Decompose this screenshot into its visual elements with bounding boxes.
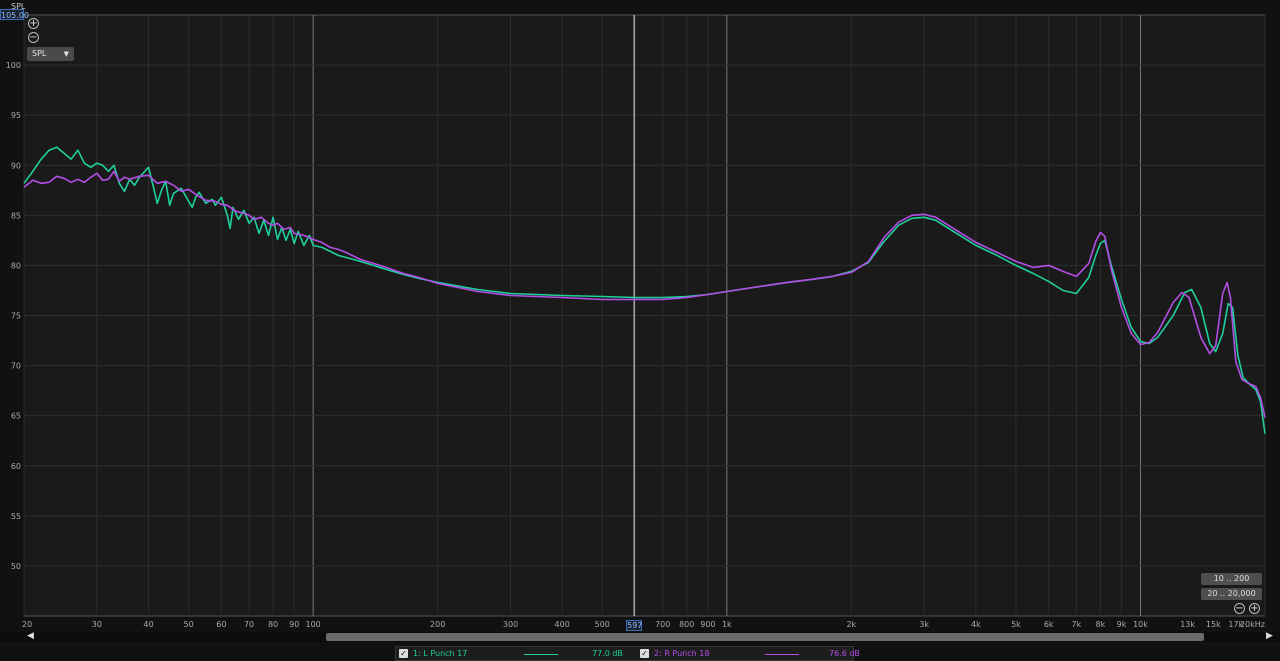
scrollbar-thumb[interactable] (326, 633, 1204, 641)
y-tick-label: 55 (11, 512, 21, 521)
x-tick-label: 10k (1133, 620, 1148, 629)
x-tick-label: 200 (430, 620, 445, 629)
x-tick-label: 300 (503, 620, 518, 629)
legend-series-2-name: 2: R Punch 18 (654, 649, 710, 658)
legend-series-1-swatch (524, 654, 558, 655)
scroll-right-icon[interactable]: ▶ (1266, 631, 1273, 641)
x-tick-label: 60 (216, 620, 226, 629)
frequency-response-chart: 50 55 60 65 70 75 80 85 90 95 100 20 30 40 50 60 70 80 90 1… (6, 14, 1266, 629)
x-tick-label: 2k (846, 620, 856, 629)
x-tick-label: 1k (722, 620, 732, 629)
x-tick-label: 90 (289, 620, 299, 629)
legend-series-1-name: 1: L Punch 17 (413, 649, 468, 658)
y-tick-label: 80 (11, 261, 21, 270)
x-tick-label: 5k (1011, 620, 1021, 629)
y-tick-label: 95 (11, 111, 21, 120)
x-tick-label: 50 (184, 620, 194, 629)
checkbox-icon[interactable]: ✓ (399, 649, 408, 658)
y-max-value-box[interactable]: 105.00 (0, 9, 29, 20)
spl-dropdown[interactable]: SPL ▼ (27, 47, 74, 61)
x-tick-label: 800 (679, 620, 694, 629)
x-tick-label: 3k (919, 620, 929, 629)
y-tick-label: 60 (11, 462, 21, 471)
x-tick-label: 700 (655, 620, 670, 629)
x-tick-label: 20kHz (1240, 620, 1265, 629)
cursor-frequency-box[interactable]: 597 (626, 620, 642, 631)
legend-series-2-swatch (765, 654, 799, 655)
x-tick-label: 20 (22, 620, 32, 629)
x-tick-label: 9k (1117, 620, 1127, 629)
x-tick-label: 100 (305, 620, 320, 629)
x-tick-label: 13k (1180, 620, 1195, 629)
range-10-200-button[interactable]: 10 .. 200 (1201, 573, 1262, 585)
checkbox-icon[interactable]: ✓ (640, 649, 649, 658)
x-tick-label: 7k (1072, 620, 1082, 629)
legend-bar: ✓ 1: L Punch 17 77.0 dB ✓ 2: R Punch 18 … (395, 646, 860, 661)
y-tick-label: 75 (11, 312, 21, 321)
x-zoom-in-icon[interactable]: + (1249, 603, 1260, 614)
y-tick-label: 90 (11, 161, 21, 170)
chevron-down-icon: ▼ (63, 50, 69, 58)
x-tick-label: 6k (1044, 620, 1054, 629)
x-tick-label: 15k (1206, 620, 1221, 629)
y-tick-label: 70 (11, 362, 21, 371)
legend-series-2-value: 76.6 dB (829, 649, 860, 658)
x-tick-label: 40 (143, 620, 153, 629)
x-tick-label: 900 (700, 620, 715, 629)
y-tick-label: 100 (6, 61, 21, 70)
zoom-in-icon[interactable]: + (28, 18, 39, 29)
y-tick-label: 50 (11, 562, 21, 571)
x-tick-label: 30 (92, 620, 102, 629)
x-tick-label: 8k (1096, 620, 1106, 629)
spl-dropdown-label: SPL (32, 49, 47, 58)
x-tick-label: 70 (244, 620, 254, 629)
x-tick-label: 80 (268, 620, 278, 629)
range-20-20000-button[interactable]: 20 .. 20,000 (1201, 588, 1262, 600)
x-tick-label: 400 (555, 620, 570, 629)
x-tick-label: 4k (971, 620, 981, 629)
legend-series-1-value: 77.0 dB (592, 649, 623, 658)
zoom-out-icon[interactable]: − (28, 32, 39, 43)
y-tick-label: 65 (11, 412, 21, 421)
scroll-left-icon[interactable]: ◀ (27, 631, 34, 641)
y-tick-label: 85 (11, 211, 21, 220)
x-tick-label: 500 (595, 620, 610, 629)
x-zoom-out-icon[interactable]: − (1234, 603, 1245, 614)
